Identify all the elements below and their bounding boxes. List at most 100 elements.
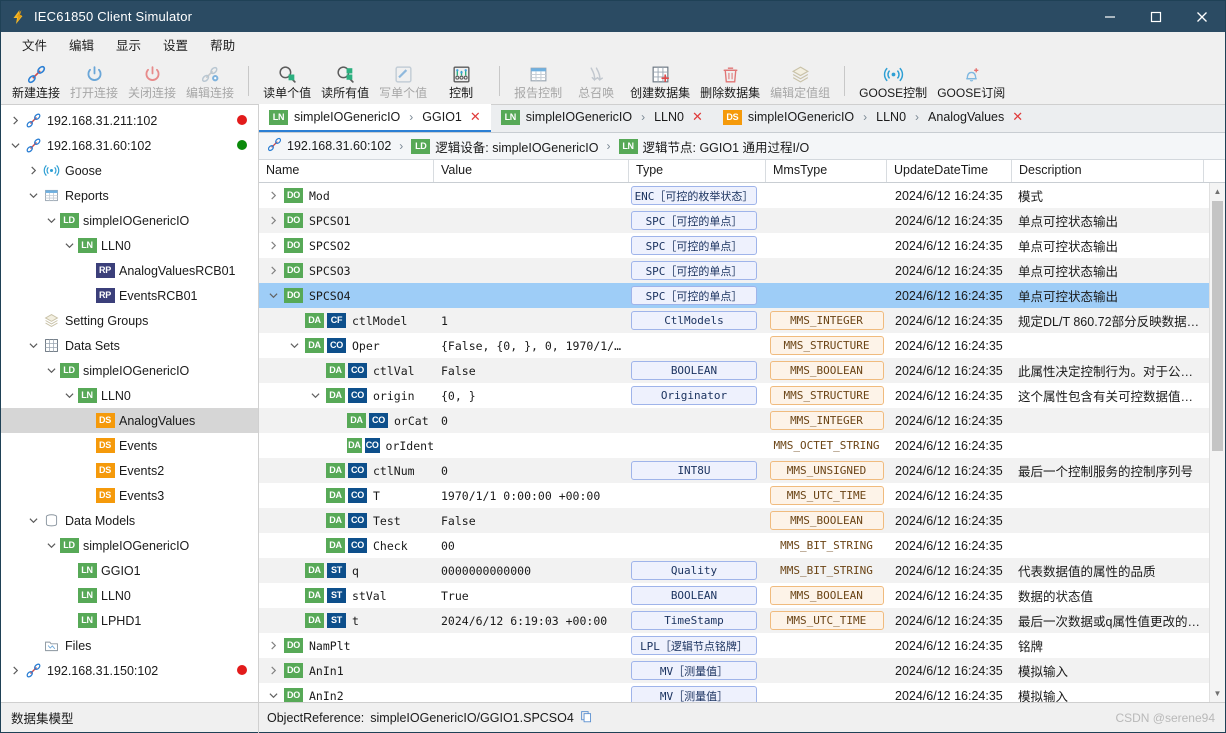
- toolbar-button-控制[interactable]: 控制: [432, 58, 490, 104]
- minimize-button[interactable]: [1087, 1, 1133, 32]
- chevron-right-icon[interactable]: [266, 666, 281, 675]
- tree-item-AnalogValues[interactable]: DSAnalogValues: [1, 408, 258, 433]
- table-row[interactable]: DACF ctlModel 1CtlModelsMMS_INTEGER2024/…: [259, 308, 1225, 333]
- tree-item-Goose[interactable]: Goose: [1, 158, 258, 183]
- column-header-name[interactable]: Name: [259, 160, 434, 182]
- tab-simpleIOGenericIO-LLN0[interactable]: LNsimpleIOGenericIO›LLN0✕: [491, 104, 713, 132]
- menu-edit[interactable]: 编辑: [58, 33, 105, 56]
- toolbar-button-报告控制[interactable]: 报告控制: [509, 58, 567, 104]
- tree-item-Data Sets[interactable]: Data Sets: [1, 333, 258, 358]
- tab-close-icon[interactable]: ✕: [692, 109, 703, 125]
- chevron-right-icon[interactable]: [25, 166, 41, 175]
- tree-item-Reports[interactable]: Reports: [1, 183, 258, 208]
- table-row[interactable]: DACO Check 00MMS_BIT_STRING2024/6/12 16:…: [259, 533, 1225, 558]
- chevron-down-icon[interactable]: [25, 341, 41, 350]
- tab-simpleIOGenericIO-LLN0-AnalogValues[interactable]: DSsimpleIOGenericIO›LLN0›AnalogValues✕: [713, 104, 1033, 132]
- vertical-scrollbar[interactable]: ▲ ▼: [1209, 183, 1225, 702]
- maximize-button[interactable]: [1133, 1, 1179, 32]
- chevron-right-icon[interactable]: [7, 116, 23, 125]
- tree-item-EventsRCB01[interactable]: RPEventsRCB01: [1, 283, 258, 308]
- tab-simpleIOGenericIO-GGIO1[interactable]: LNsimpleIOGenericIO›GGIO1✕: [259, 104, 491, 132]
- tree-item-GGIO1[interactable]: LNGGIO1: [1, 558, 258, 583]
- toolbar-button-创建数据集[interactable]: 创建数据集: [625, 58, 695, 104]
- table-row[interactable]: DO SPCSO1 SPC［可控的单点］2024/6/12 16:24:35 单…: [259, 208, 1225, 233]
- chevron-down-icon[interactable]: [25, 516, 41, 525]
- tree-item-LLN0[interactable]: LNLLN0: [1, 233, 258, 258]
- scroll-down-button[interactable]: ▼: [1210, 685, 1226, 702]
- table-row[interactable]: DACO origin {0, }OriginatorMMS_STRUCTURE…: [259, 383, 1225, 408]
- menu-file[interactable]: 文件: [11, 33, 58, 56]
- navigation-tree[interactable]: 192.168.31.211:102 192.168.31.60:102 Goo…: [1, 105, 259, 702]
- chevron-right-icon[interactable]: [266, 216, 281, 225]
- table-row[interactable]: DAST q 0000000000000QualityMMS_BIT_STRIN…: [259, 558, 1225, 583]
- toolbar-button-打开连接[interactable]: 打开连接: [65, 58, 123, 104]
- table-row[interactable]: DO SPCSO4 SPC［可控的单点］2024/6/12 16:24:35 单…: [259, 283, 1225, 308]
- table-row[interactable]: DO NamPlt LPL［逻辑节点铭牌］2024/6/12 16:24:35 …: [259, 633, 1225, 658]
- tree-item-192.168.31.211:102[interactable]: 192.168.31.211:102: [1, 108, 258, 133]
- tree-item-LLN0[interactable]: LNLLN0: [1, 583, 258, 608]
- chevron-right-icon[interactable]: [266, 191, 281, 200]
- chevron-right-icon[interactable]: [266, 241, 281, 250]
- toolbar-button-GOOSE控制[interactable]: GOOSE控制: [854, 58, 932, 104]
- toolbar-button-编辑定值组[interactable]: 编辑定值组: [765, 58, 835, 104]
- tree-item-192.168.31.150:102[interactable]: 192.168.31.150:102: [1, 658, 258, 683]
- scrollbar-thumb[interactable]: [1212, 201, 1223, 451]
- chevron-down-icon[interactable]: [287, 341, 302, 350]
- scroll-up-button[interactable]: ▲: [1210, 183, 1226, 200]
- tree-item-LLN0[interactable]: LNLLN0: [1, 383, 258, 408]
- chevron-right-icon[interactable]: [266, 266, 281, 275]
- table-row[interactable]: DAST stVal TrueBOOLEANMMS_BOOLEAN2024/6/…: [259, 583, 1225, 608]
- column-header-type[interactable]: Type: [629, 160, 766, 182]
- menu-settings[interactable]: 设置: [152, 33, 199, 56]
- table-row[interactable]: DACO ctlVal FalseBOOLEANMMS_BOOLEAN2024/…: [259, 358, 1225, 383]
- breadcrumb-host[interactable]: 192.168.31.60:102: [287, 139, 391, 153]
- tree-item-Events3[interactable]: DSEvents3: [1, 483, 258, 508]
- chevron-down-icon[interactable]: [266, 691, 281, 700]
- breadcrumb-logical-node[interactable]: 逻辑节点: GGIO1 通用过程I/O: [643, 137, 810, 156]
- tree-item-Setting Groups[interactable]: Setting Groups: [1, 308, 258, 333]
- toolbar-button-编辑连接[interactable]: 编辑连接: [181, 58, 239, 104]
- column-header-mmstype[interactable]: MmsType: [766, 160, 887, 182]
- tree-item-LPHD1[interactable]: LNLPHD1: [1, 608, 258, 633]
- chevron-down-icon[interactable]: [266, 291, 281, 300]
- chevron-down-icon[interactable]: [61, 241, 77, 250]
- tab-close-icon[interactable]: ✕: [1012, 109, 1023, 125]
- chevron-down-icon[interactable]: [43, 366, 59, 375]
- tree-item-192.168.31.60:102[interactable]: 192.168.31.60:102: [1, 133, 258, 158]
- table-row[interactable]: DO Mod ENC［可控的枚举状态］2024/6/12 16:24:35 模式: [259, 183, 1225, 208]
- menu-help[interactable]: 帮助: [199, 33, 246, 56]
- table-row[interactable]: DACO Test FalseMMS_BOOLEAN2024/6/12 16:2…: [259, 508, 1225, 533]
- copy-icon[interactable]: [580, 710, 593, 726]
- tree-item-Files[interactable]: Files: [1, 633, 258, 658]
- chevron-down-icon[interactable]: [43, 216, 59, 225]
- table-row[interactable]: DAST t 2024/6/12 6:19:03 +00:00TimeStamp…: [259, 608, 1225, 633]
- toolbar-button-GOOSE订阅[interactable]: GOOSE订阅: [932, 58, 1010, 104]
- tab-close-icon[interactable]: ✕: [470, 109, 481, 125]
- chevron-down-icon[interactable]: [61, 391, 77, 400]
- toolbar-button-删除数据集[interactable]: 删除数据集: [695, 58, 765, 104]
- table-row[interactable]: DO AnIn1 MV［测量值］2024/6/12 16:24:35 模拟输入: [259, 658, 1225, 683]
- toolbar-button-关闭连接[interactable]: 关闭连接: [123, 58, 181, 104]
- chevron-down-icon[interactable]: [7, 141, 23, 150]
- tree-item-Events2[interactable]: DSEvents2: [1, 458, 258, 483]
- toolbar-button-读单个值[interactable]: 读单个值: [258, 58, 316, 104]
- toolbar-button-读所有值[interactable]: 读所有值: [316, 58, 374, 104]
- tree-item-simpleIOGenericIO[interactable]: LDsimpleIOGenericIO: [1, 208, 258, 233]
- table-row[interactable]: DO AnIn2 MV［测量值］2024/6/12 16:24:35 模拟输入: [259, 683, 1225, 702]
- table-row[interactable]: DACO orCat 0MMS_INTEGER2024/6/12 16:24:3…: [259, 408, 1225, 433]
- column-header-updatedatetime[interactable]: UpdateDateTime: [887, 160, 1012, 182]
- tree-item-AnalogValuesRCB01[interactable]: RPAnalogValuesRCB01: [1, 258, 258, 283]
- tree-item-Data Models[interactable]: Data Models: [1, 508, 258, 533]
- toolbar-button-新建连接[interactable]: 新建连接: [7, 58, 65, 104]
- table-row[interactable]: DACO Oper {False, {0, }, 0, 1970/1/…MMS_…: [259, 333, 1225, 358]
- tree-item-Events[interactable]: DSEvents: [1, 433, 258, 458]
- table-body[interactable]: DO Mod ENC［可控的枚举状态］2024/6/12 16:24:35 模式…: [259, 183, 1225, 702]
- chevron-right-icon[interactable]: [7, 666, 23, 675]
- chevron-down-icon[interactable]: [308, 391, 323, 400]
- toolbar-button-写单个值[interactable]: 写单个值: [374, 58, 432, 104]
- toolbar-button-总召唤[interactable]: 总召唤: [567, 58, 625, 104]
- breadcrumb-logical-device[interactable]: 逻辑设备: simpleIOGenericIO: [435, 137, 598, 156]
- table-row[interactable]: DACO T 1970/1/1 0:00:00 +00:00MMS_UTC_TI…: [259, 483, 1225, 508]
- table-row[interactable]: DO SPCSO2 SPC［可控的单点］2024/6/12 16:24:35 单…: [259, 233, 1225, 258]
- table-row[interactable]: DACO orIdent MMS_OCTET_STRING2024/6/12 1…: [259, 433, 1225, 458]
